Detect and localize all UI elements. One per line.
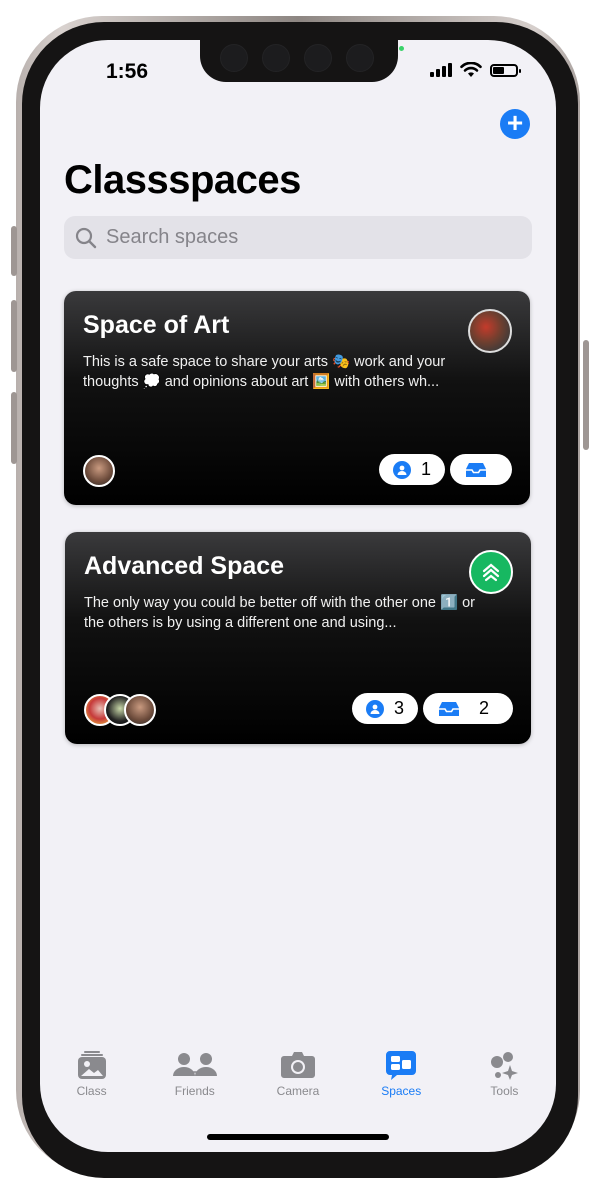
- avatar: [83, 455, 115, 487]
- cellular-signal-icon: [430, 63, 452, 77]
- chat-bubbles-icon: [386, 1051, 417, 1080]
- members-pill[interactable]: 3: [351, 693, 418, 724]
- inbox-pill[interactable]: 2: [422, 693, 513, 724]
- screen: 1:56 + Classspaces Space of Art This is …: [40, 40, 556, 1152]
- tab-friends[interactable]: Friends: [143, 1050, 246, 1120]
- space-description: This is a safe space to share your arts …: [83, 354, 446, 390]
- add-space-button[interactable]: +: [500, 109, 530, 139]
- photo-stack-icon: [77, 1051, 106, 1079]
- avatar: [124, 694, 156, 726]
- inbox-pill[interactable]: [450, 454, 512, 485]
- side-button: [11, 300, 17, 372]
- page-title: Classspaces: [64, 158, 301, 202]
- privacy-indicator-icon: [399, 46, 404, 51]
- tab-label: Spaces: [381, 1084, 422, 1098]
- sensor-icon: [262, 44, 290, 72]
- members-pill[interactable]: 1: [378, 454, 445, 485]
- home-indicator: [207, 1134, 389, 1140]
- members-count: 1: [420, 459, 431, 479]
- tab-bar: Class Friends Camera Spaces Tools: [40, 1050, 556, 1120]
- inbox-icon: [438, 701, 459, 716]
- tab-tools[interactable]: Tools: [453, 1050, 556, 1120]
- status-icons: [430, 62, 521, 78]
- tab-label: Friends: [174, 1084, 215, 1098]
- side-button: [11, 226, 17, 276]
- sparkles-icon: [491, 1052, 519, 1080]
- space-title: Advanced Space: [84, 552, 285, 580]
- battery-icon: [490, 63, 521, 77]
- member-avatars: [83, 455, 115, 487]
- side-button: [11, 392, 17, 464]
- people-icon: [172, 1053, 217, 1076]
- space-card[interactable]: Space of Art This is a safe space to sha…: [64, 291, 530, 505]
- person-icon: [365, 699, 384, 718]
- search-icon: [75, 227, 97, 248]
- space-description: The only way you could be better off wit…: [84, 595, 475, 631]
- wifi-icon: [460, 62, 482, 77]
- tab-spaces[interactable]: Spaces: [350, 1050, 453, 1120]
- member-avatars: [84, 694, 156, 726]
- sensor-icon: [346, 44, 374, 72]
- camera-lens-icon: [220, 44, 248, 72]
- inbox-icon: [466, 462, 486, 477]
- art-image-icon: [468, 309, 512, 353]
- tab-class[interactable]: Class: [40, 1050, 143, 1120]
- search-bar[interactable]: [64, 216, 532, 259]
- tab-label: Tools: [490, 1084, 519, 1098]
- tab-label: Class: [76, 1084, 107, 1098]
- tab-label: Camera: [276, 1084, 320, 1098]
- search-input[interactable]: [104, 225, 508, 250]
- notch: [200, 40, 404, 82]
- camera-icon: [281, 1052, 315, 1078]
- space-card[interactable]: Advanced Space The only way you could be…: [65, 532, 531, 744]
- space-stats: 1: [378, 454, 512, 485]
- chevrons-up-icon: [469, 550, 513, 594]
- status-time: 1:56: [106, 60, 149, 83]
- space-title: Space of Art: [83, 311, 230, 339]
- tab-camera[interactable]: Camera: [246, 1050, 349, 1120]
- sensor-icon: [304, 44, 332, 72]
- person-icon: [392, 460, 411, 479]
- inbox-count: 2: [478, 698, 489, 718]
- members-count: 3: [393, 698, 404, 718]
- space-stats: 3 2: [351, 693, 513, 724]
- side-button: [583, 340, 589, 450]
